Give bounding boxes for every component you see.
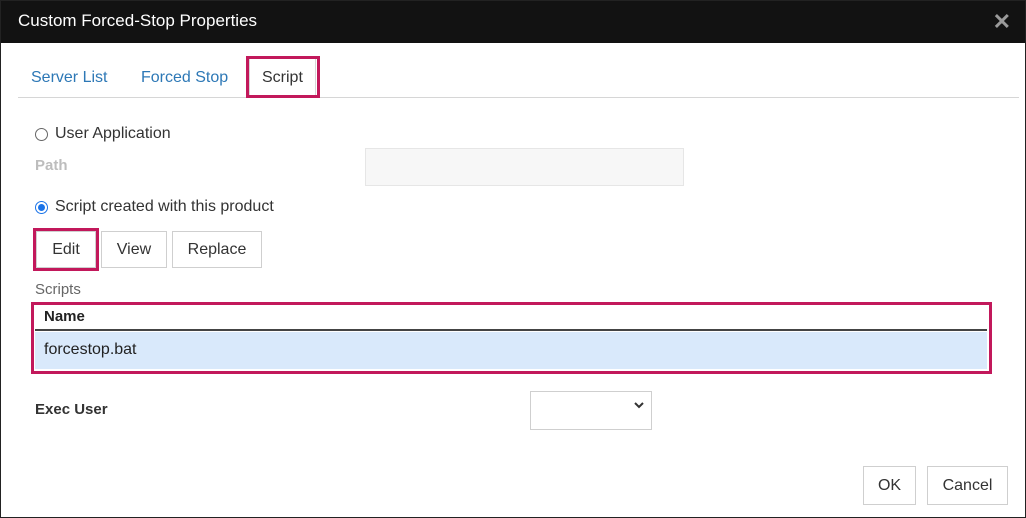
dialog-title: Custom Forced-Stop Properties: [18, 11, 258, 30]
tab-bar: Server List Forced Stop Script: [18, 56, 1019, 98]
scripts-label: Scripts: [35, 281, 81, 298]
path-label: Path: [35, 157, 68, 174]
table-row[interactable]: forcestop.bat: [35, 332, 987, 369]
cancel-button[interactable]: Cancel: [927, 466, 1008, 505]
edit-button[interactable]: Edit: [36, 231, 96, 268]
scripts-table: Name forcestop.bat: [35, 305, 987, 369]
path-input[interactable]: [365, 148, 684, 186]
tab-forced-stop[interactable]: Forced Stop: [141, 56, 228, 96]
exec-user-label: Exec User: [35, 401, 108, 418]
script-name-cell: forcestop.bat: [44, 341, 137, 358]
close-icon[interactable]: ✕: [993, 9, 1011, 35]
tab-script[interactable]: Script: [249, 56, 316, 98]
chevron-down-icon: [633, 399, 645, 414]
ok-button[interactable]: OK: [863, 466, 916, 505]
replace-button[interactable]: Replace: [172, 231, 262, 268]
user-application-label: User Application: [55, 125, 171, 142]
title-bar: Custom Forced-Stop Properties ✕: [1, 1, 1025, 43]
script-created-label: Script created with this product: [55, 198, 274, 215]
exec-user-select[interactable]: [530, 391, 652, 430]
tab-server-list[interactable]: Server List: [31, 56, 107, 96]
table-header: Name: [35, 305, 987, 331]
script-created-option[interactable]: Script created with this product: [35, 198, 274, 216]
view-button[interactable]: View: [101, 231, 167, 268]
script-created-radio[interactable]: [35, 200, 48, 214]
user-application-radio[interactable]: [35, 127, 48, 141]
column-name-header: Name: [44, 308, 85, 325]
user-application-option[interactable]: User Application: [35, 125, 171, 143]
